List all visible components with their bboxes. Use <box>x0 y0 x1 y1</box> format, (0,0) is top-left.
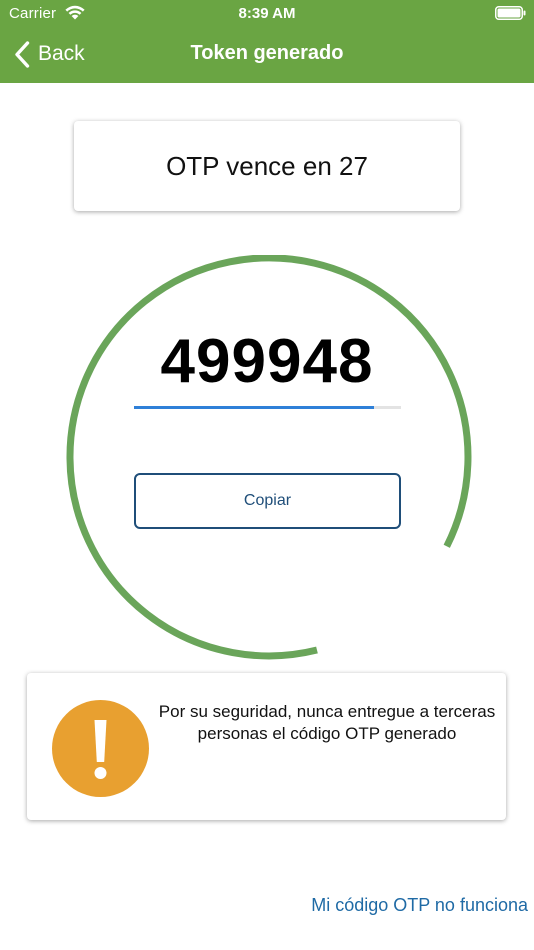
otp-progress-fill <box>134 406 375 409</box>
exclamation-icon <box>52 700 149 797</box>
screen: Carrier 8:39 AM Back Token generado OTP … <box>0 0 534 950</box>
page-title: Token generado <box>190 42 344 64</box>
nav-bar: Back Token generado <box>0 28 534 83</box>
clock: 8:39 AM <box>238 5 296 22</box>
expiry-card: OTP vence en 27 <box>74 121 460 211</box>
warning-message: Por su seguridad, nunca entregue a terce… <box>158 702 496 743</box>
otp-progress-bar <box>134 406 401 409</box>
otp-help-link[interactable]: Mi código OTP no funciona <box>311 895 528 916</box>
copy-button[interactable]: Copiar <box>134 473 401 529</box>
copy-button-label: Copiar <box>243 492 292 509</box>
expiry-text: OTP vence en 27 <box>166 150 368 181</box>
status-bar: Carrier 8:39 AM <box>0 0 534 28</box>
countdown-ring <box>66 255 472 660</box>
battery-icon <box>495 6 526 20</box>
otp-code: 499948 <box>160 327 374 396</box>
header: Carrier 8:39 AM Back Token generado <box>0 0 534 83</box>
warning-card: Por su seguridad, nunca entregue a terce… <box>27 673 506 820</box>
